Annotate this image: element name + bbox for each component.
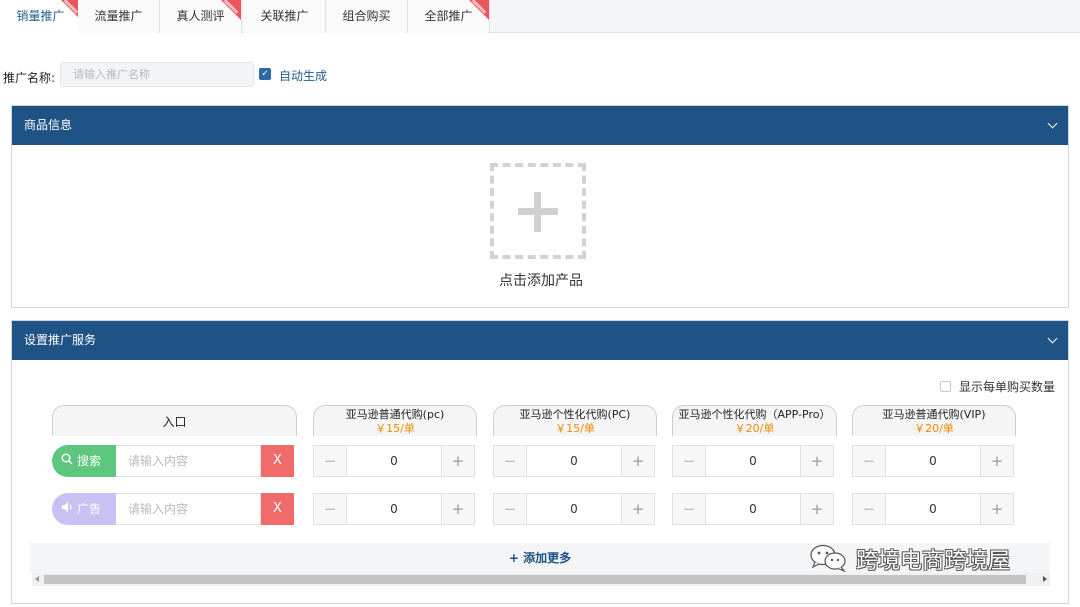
decrement-button[interactable]: − [494,446,527,476]
column-price: ￥20/单 [734,422,775,435]
promotion-name-label: 推广名称: [3,71,56,85]
column-title: 亚马逊个性化代购（APP-Pro） [678,408,831,421]
scroll-right-arrow-icon[interactable] [1043,576,1047,582]
tab-all-promotion[interactable]: 全部推广 [408,0,490,33]
tab-combo-purchase[interactable]: 组合购买 [326,0,408,33]
quantity-value[interactable]: 0 [886,446,980,476]
entry-column-header: 入口 [52,405,297,436]
column-price: ￥15/单 [555,422,595,435]
column-price: ￥15/单 [375,422,415,435]
entry-row-search: 搜索 请输入内容 X [52,445,294,477]
tab-label: 全部推广 [424,9,473,23]
column-title: 入口 [162,415,187,429]
search-tag[interactable]: 搜索 [52,445,116,477]
column-title: 亚马逊普通代购(pc) [345,408,445,421]
panel-title: 设置推广服务 [24,333,97,347]
plus-icon-vertical [534,192,541,232]
add-product-text[interactable]: 点击添加产品 [12,270,1070,290]
scroll-left-arrow-icon[interactable] [35,576,39,582]
quantity-stepper: − 0 + [852,493,1014,525]
hot-badge-icon [469,0,489,20]
increment-button[interactable]: + [441,494,474,524]
quantity-stepper: − 0 + [313,493,475,525]
tab-traffic-promotion[interactable]: 流量推广 [78,0,160,33]
tab-sales-promotion[interactable]: 销量推广 [0,0,82,33]
ad-tag-label: 广告 [77,502,102,516]
quantity-value[interactable]: 0 [706,446,800,476]
quantity-value[interactable]: 0 [347,446,441,476]
increment-button[interactable]: + [441,446,474,476]
quantity-value[interactable]: 0 [886,494,980,524]
column-price: ￥20/单 [914,422,954,435]
service-column-header: 亚马逊普通代购(pc) ￥15/单 [313,405,477,436]
product-info-header[interactable]: 商品信息 [12,106,1068,145]
increment-button[interactable]: + [621,494,654,524]
entry-row-ad: 广告 请输入内容 X [52,493,294,525]
search-tag-label: 搜索 [77,454,102,468]
service-column-header: 亚马逊普通代购(VIP) ￥20/单 [852,405,1016,436]
entry-keyword-input[interactable]: 请输入内容 [116,445,261,477]
column-title: 亚马逊普通代购(VIP) [882,408,986,421]
tab-label: 流量推广 [94,9,143,23]
quantity-value[interactable]: 0 [706,494,800,524]
column-title: 亚马逊个性化代购(PC) [519,408,631,421]
decrement-button[interactable]: − [494,494,527,524]
quantity-value[interactable]: 0 [347,494,441,524]
auto-generate-checkbox[interactable]: ✓ [259,68,271,80]
decrement-button[interactable]: − [673,446,706,476]
remove-entry-button[interactable]: X [261,445,294,477]
quantity-stepper: − 0 + [672,493,834,525]
speaker-icon [61,493,74,525]
decrement-button[interactable]: − [314,446,347,476]
increment-button[interactable]: + [980,446,1013,476]
decrement-button[interactable]: − [853,446,886,476]
wechat-icon [808,543,850,573]
ad-tag[interactable]: 广告 [52,493,116,525]
auto-generate-label[interactable]: 自动生成 [279,67,327,84]
add-product-button[interactable] [490,163,586,259]
panel-title: 商品信息 [24,118,73,132]
product-info-panel: 商品信息 点击添加产品 [11,105,1069,308]
quantity-stepper: − 0 + [313,445,475,477]
quantity-stepper: − 0 + [493,493,655,525]
quantity-stepper: − 0 + [672,445,834,477]
tab-real-review[interactable]: 真人测评 [160,0,242,33]
tab-label: 组合购买 [342,9,391,23]
decrement-button[interactable]: − [853,494,886,524]
entry-keyword-input[interactable]: 请输入内容 [116,493,261,525]
promotion-service-header[interactable]: 设置推广服务 [12,321,1068,360]
service-column-header: 亚马逊个性化代购(PC) ￥15/单 [493,405,657,436]
quantity-stepper: − 0 + [852,445,1014,477]
tab-label: 真人测评 [176,9,225,23]
tab-related-promotion[interactable]: 关联推广 [244,0,326,33]
watermark-text: 跨境电商跨境屋 [856,549,1011,574]
chevron-down-icon[interactable] [1047,118,1058,129]
show-count-checkbox[interactable] [940,381,951,392]
increment-button[interactable]: + [621,446,654,476]
increment-button[interactable]: + [800,494,833,524]
search-icon [61,445,74,477]
increment-button[interactable]: + [800,446,833,476]
quantity-value[interactable]: 0 [527,446,621,476]
tab-label: 关联推广 [260,9,309,23]
quantity-stepper: − 0 + [493,445,655,477]
decrement-button[interactable]: − [673,494,706,524]
service-column-header: 亚马逊个性化代购（APP-Pro） ￥20/单 [672,405,837,436]
show-count-label[interactable]: 显示每单购买数量 [959,378,1055,395]
hot-badge-icon [221,0,241,20]
quantity-value[interactable]: 0 [527,494,621,524]
increment-button[interactable]: + [980,494,1013,524]
chevron-down-icon[interactable] [1047,333,1058,344]
tab-label: 销量推广 [16,9,65,23]
decrement-button[interactable]: − [314,494,347,524]
remove-entry-button[interactable]: X [261,493,294,525]
tab-bar: 销量推广 流量推广 真人测评 关联推广 组合购买 全部推广 [0,0,1080,33]
scrollbar-thumb[interactable] [44,575,1026,584]
promotion-name-input[interactable]: 请输入推广名称 [60,62,254,87]
